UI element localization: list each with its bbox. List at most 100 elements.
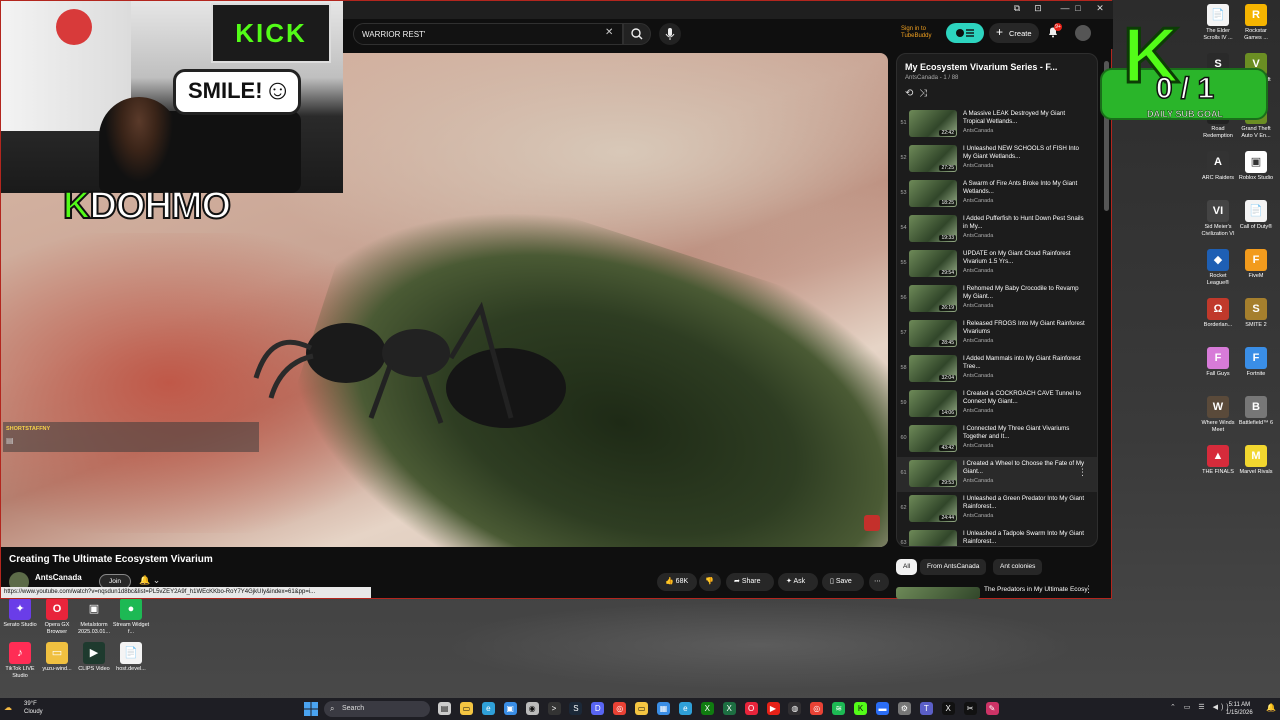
taskbar-edge-2-icon[interactable]: e	[678, 702, 692, 715]
ask-button[interactable]: ✦ Ask	[778, 573, 818, 591]
taskbar-chrome-icon[interactable]: ◎	[613, 702, 627, 715]
playlist-item[interactable]: 61 29:53 I Created a Wheel to Choose the F…	[897, 457, 1097, 492]
desktop-icon[interactable]: M Marvel Rivals	[1236, 445, 1276, 476]
playlist-item[interactable]: 53 18:25 A Swarm of Fire Ants Broke Into M…	[897, 177, 1097, 212]
taskbar-chrome-2-icon[interactable]: ◎	[810, 702, 824, 715]
taskbar-search[interactable]: ⌕ Search	[324, 701, 430, 717]
playlist-item[interactable]: 54 19:33 I Added Pufferfish to Hunt Down P…	[897, 212, 1097, 247]
playlist-item[interactable]: 57 28:45 I Released FROGS Into My Giant Ra…	[897, 317, 1097, 352]
search-button[interactable]	[623, 23, 651, 45]
next-video-item[interactable]: The Predators in My Ultimate Ecosystem V…	[896, 583, 1101, 599]
desktop-icon[interactable]: A ARC Raiders	[1198, 151, 1238, 182]
account-avatar[interactable]	[1075, 25, 1091, 41]
taskbar-opera-icon[interactable]: O	[744, 702, 758, 715]
more-actions-button[interactable]: ⋯	[869, 573, 889, 591]
desktop-icon[interactable]: ♪ TikTok LIVE Studio	[0, 642, 40, 680]
taskbar-capcut-icon[interactable]: ✂	[963, 702, 977, 715]
taskbar-discord-icon[interactable]: D	[591, 702, 605, 715]
playlist-item[interactable]: 55 29:54 UPDATE on My Giant Cloud Rainfore…	[897, 247, 1097, 282]
desktop-icon[interactable]: F FiveM	[1236, 249, 1276, 280]
clock[interactable]: 5:11 AM 1/15/2026	[1226, 701, 1253, 717]
desktop-icon[interactable]: B Battlefield™ 6	[1236, 396, 1276, 427]
shuffle-icon[interactable]: ⤨	[919, 88, 927, 99]
taskbar-file-explorer-icon[interactable]: ▭	[459, 702, 473, 715]
playlist-item[interactable]: 63 I Unleashed a Tadpole Swarm Into My Gi…	[897, 527, 1097, 546]
taskbar-edge-icon[interactable]: e	[481, 702, 495, 715]
clear-search-icon[interactable]: ✕	[605, 27, 613, 38]
playlist-title[interactable]: My Ecosystem Vivarium Series - F...	[905, 62, 1057, 72]
desktop-icon[interactable]: 📄 Call of Duty®	[1236, 200, 1276, 231]
desktop-icon[interactable]: ▣ Roblox Studio	[1236, 151, 1276, 182]
taskbar-excel-icon[interactable]: X	[722, 702, 736, 715]
pip-icon[interactable]: ⧉	[1008, 3, 1026, 14]
chat-overlay: SHORTSTAFFNY ▤	[3, 422, 259, 452]
desktop-icon[interactable]: O Opera GX Browser	[37, 598, 77, 636]
ant-image	[253, 301, 566, 428]
desktop-icon[interactable]: ◆ Rocket League®	[1198, 249, 1238, 287]
desktop-icon[interactable]: ▲ THE FINALS	[1198, 445, 1238, 476]
desktop-icon[interactable]: VI Sid Meier's Civilization VI	[1198, 200, 1238, 238]
playlist-item[interactable]: 59 14:06 I Created a COCKROACH CAVE Tunnel…	[897, 387, 1097, 422]
taskbar-x-app-icon[interactable]: X	[941, 702, 955, 715]
desktop-icon[interactable]: ▭ yuzu-wind...	[37, 642, 77, 673]
playlist-item[interactable]: 56 26:19 I Rehomed My Baby Crocodile to Re…	[897, 282, 1097, 317]
voice-search-button[interactable]	[659, 23, 681, 45]
share-button[interactable]: ➦ Share	[726, 573, 774, 591]
system-tray[interactable]: ⌃ ▭ ☰ ◀))	[1170, 703, 1232, 711]
filter-chip[interactable]: From AntsCanada	[920, 559, 987, 575]
dislike-button[interactable]: 👎	[699, 573, 721, 591]
save-button[interactable]: ▯ Save	[822, 573, 864, 591]
playlist-item-channel: AntsCanada	[963, 478, 994, 484]
desktop-icon[interactable]: Ω Borderlan...	[1198, 298, 1238, 329]
desktop-icon[interactable]: F Fortnite	[1236, 347, 1276, 378]
taskbar-xbox-icon[interactable]: X	[700, 702, 714, 715]
more-vert-icon[interactable]: ⋮	[1078, 467, 1087, 478]
filter-chip[interactable]: Ant colonies	[993, 559, 1043, 575]
taskbar-photos-icon[interactable]: ▣	[503, 702, 517, 715]
playlist-item[interactable]: 58 32:04 I Added Mammals into My Giant Rai…	[897, 352, 1097, 387]
taskbar-winget-icon[interactable]: ▬	[876, 702, 889, 715]
desktop-icon[interactable]: ▶ CLIPS Video	[74, 642, 114, 673]
snap-icon[interactable]: ⊡	[1029, 3, 1047, 14]
taskbar-kick-icon[interactable]: K	[854, 702, 868, 715]
taskbar-store-icon[interactable]: ▦	[657, 702, 670, 715]
taskbar-folder-icon[interactable]: ▭	[635, 702, 649, 715]
taskbar-youtube-icon[interactable]: ▶	[766, 702, 780, 715]
channel-name[interactable]: AntsCanada	[35, 573, 82, 582]
playlist-item[interactable]: 51 22:42 A Massive LEAK Destroyed My Giant…	[897, 107, 1097, 142]
desktop-icon[interactable]: ▣ Metalstorm 2025.03.01...	[74, 598, 114, 636]
extension-button[interactable]	[946, 23, 984, 43]
taskbar-spotify-icon[interactable]: ≋	[832, 702, 846, 715]
desktop-icon[interactable]: W Where Winds Meet	[1198, 396, 1238, 434]
taskbar-obs-icon[interactable]: ◍	[788, 702, 802, 715]
taskbar-steam-icon[interactable]: S	[569, 702, 583, 715]
desktop-app-icon: ●	[120, 598, 142, 620]
search-input[interactable]: WARRIOR REST'	[353, 23, 623, 45]
taskbar-terminal-icon[interactable]: >	[547, 702, 561, 715]
taskbar-snip-icon[interactable]: ✎	[985, 702, 999, 715]
loop-icon[interactable]: ⟲	[905, 88, 913, 99]
playlist-item[interactable]: 60 43:42 I Connected My Three Giant Vivari…	[897, 422, 1097, 457]
filter-chip[interactable]: All	[896, 559, 918, 575]
desktop-icon[interactable]: 📄 host.devel...	[111, 642, 151, 673]
taskbar-teams-icon[interactable]: T	[919, 702, 933, 715]
playlist-item-thumbnail: 43:42	[909, 425, 957, 452]
windows-start-icon[interactable]	[304, 702, 318, 716]
desktop-icon[interactable]: ● Stream Widget f...	[111, 598, 151, 636]
tubebuddy-sign-in-link[interactable]: Sign in to TubeBuddy	[901, 26, 941, 40]
notification-center-icon[interactable]: 🔔	[1266, 703, 1276, 712]
desktop-icon[interactable]: S SMITE 2	[1236, 298, 1276, 329]
taskbar-task-view-icon[interactable]: ▤	[438, 702, 451, 715]
next-video-more-icon[interactable]: ⋮	[1084, 584, 1093, 595]
desktop-icon[interactable]: ✦ Serato Studio	[0, 598, 40, 629]
subscribe-bell-icon[interactable]: 🔔 ⌄	[139, 575, 160, 586]
taskbar-camera-icon[interactable]: ◉	[525, 702, 539, 715]
weather-widget[interactable]: 39°F Cloudy	[24, 700, 43, 716]
desktop-icon[interactable]: F Fall Guys	[1198, 347, 1238, 378]
create-button[interactable]: + Create	[989, 23, 1039, 43]
taskbar-settings-icon[interactable]: ⚙	[897, 702, 911, 715]
like-button[interactable]: 👍 68K	[657, 573, 697, 591]
playlist-item[interactable]: 52 27:25 I Unleashed NEW SCHOOLS of FISH I…	[897, 142, 1097, 177]
playlist-item[interactable]: 62 24:44 I Unleashed a Green Predator Into…	[897, 492, 1097, 527]
maximize-button[interactable]: □	[1069, 3, 1087, 13]
